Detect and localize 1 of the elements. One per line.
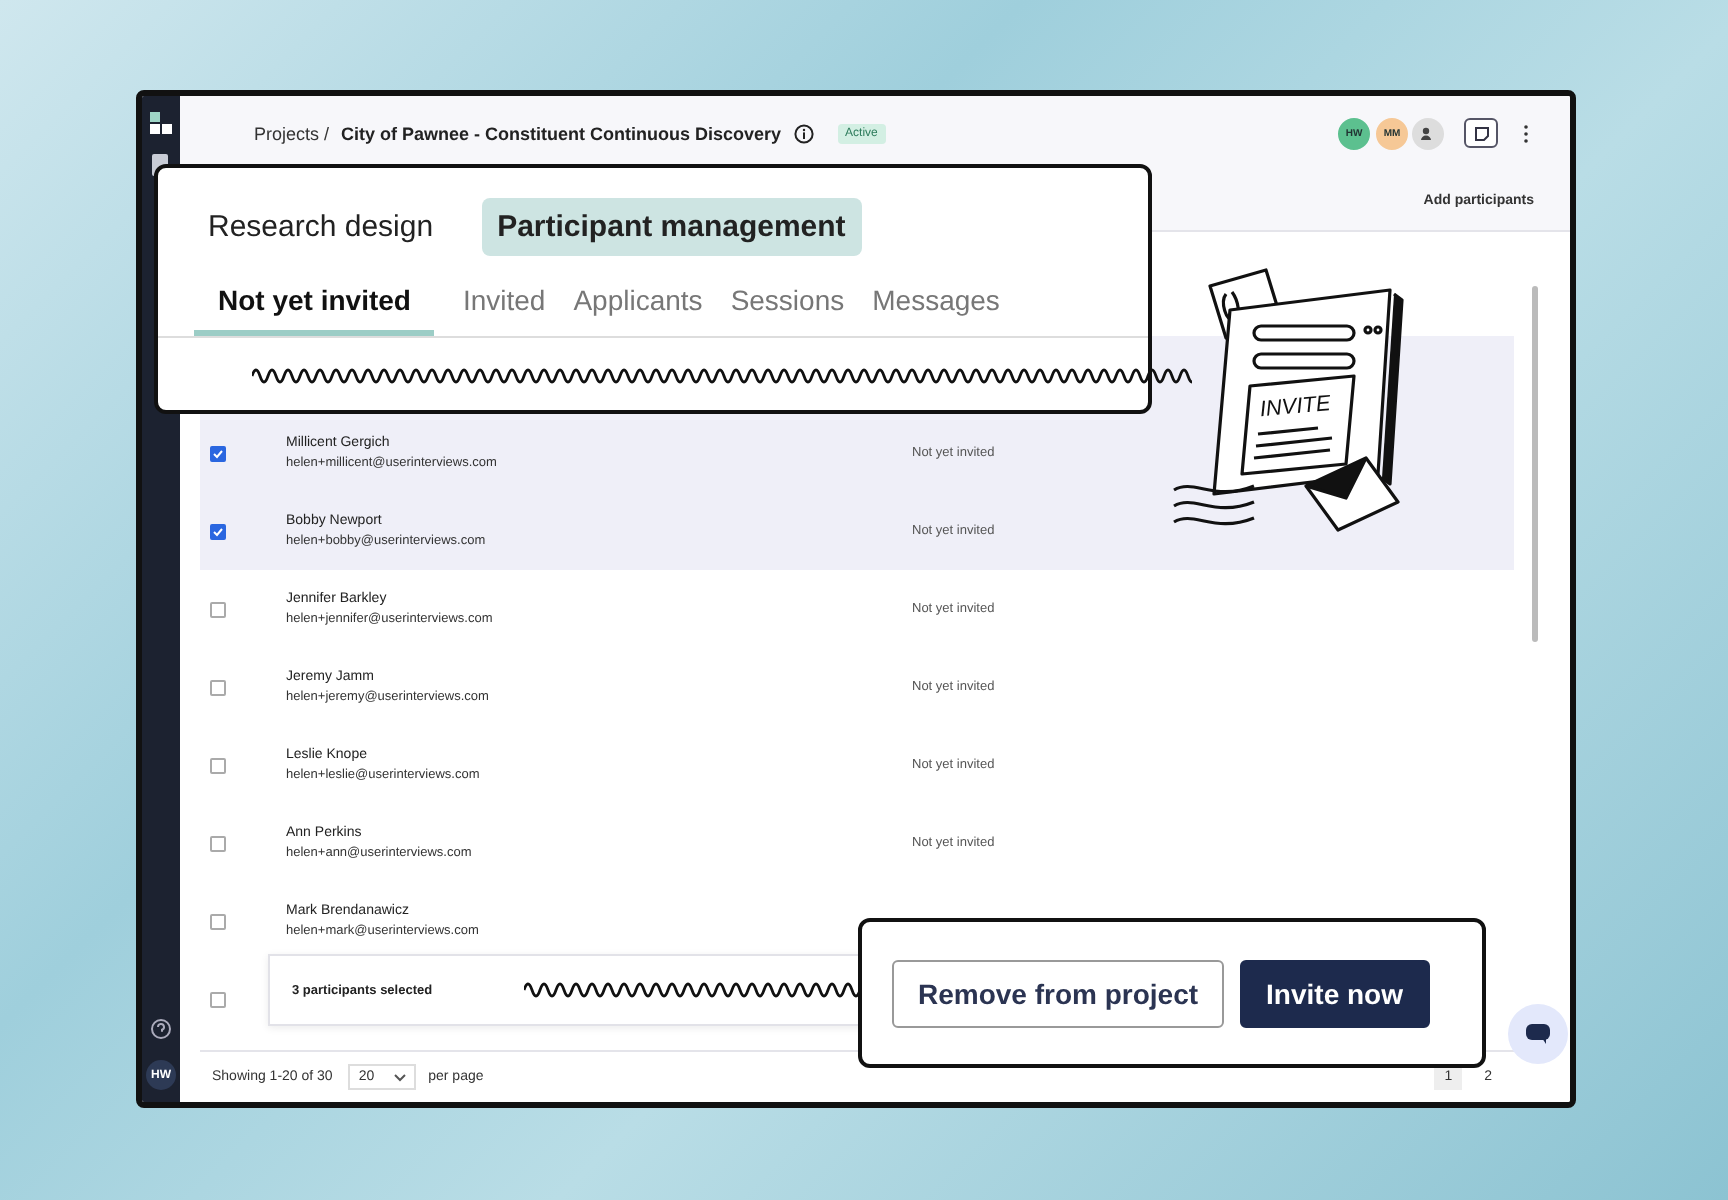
project-title: City of Pawnee - Constituent Continuous Discovery <box>341 123 782 144</box>
